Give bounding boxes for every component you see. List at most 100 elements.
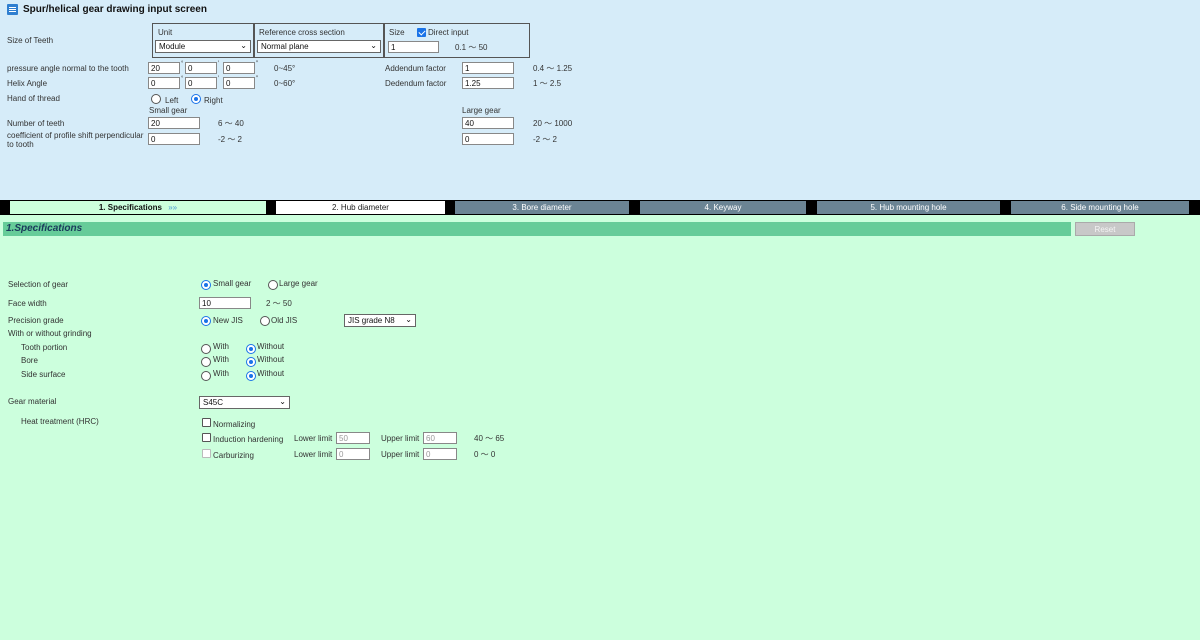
- normalizing-checkbox[interactable]: [202, 418, 211, 427]
- tab-side-mounting-hole-label: 6. Side mounting hole: [1061, 203, 1139, 212]
- pressure-angle-deg-input[interactable]: 20: [148, 62, 180, 74]
- helix-angle-min-input[interactable]: 0: [185, 77, 217, 89]
- side-surface-with-label: With: [213, 369, 229, 378]
- small-gear-radio-label: Small gear: [213, 279, 252, 288]
- double-arrow-icon: »»: [168, 203, 178, 212]
- tab-hub-diameter-label: 2. Hub diameter: [332, 203, 389, 212]
- pressure-angle-label: pressure angle normal to the tooth: [7, 64, 129, 73]
- second-mark: ″: [256, 76, 259, 82]
- tab-bar: 1. Specifications »» 2. Hub diameter 3. …: [0, 200, 1200, 215]
- induction-range: 40 ～ 65: [474, 434, 505, 443]
- small-profile-shift-input[interactable]: 0: [148, 133, 200, 145]
- tab-bore-diameter[interactable]: 3. Bore diameter: [455, 201, 629, 214]
- tab-hub-mounting-hole[interactable]: 5. Hub mounting hole: [817, 201, 1000, 214]
- chevron-down-icon: ⌄: [370, 41, 377, 50]
- carburizing-label: Carburizing: [213, 451, 254, 460]
- new-jis-radio[interactable]: [201, 316, 211, 326]
- gear-material-select[interactable]: S45C ⌄: [199, 396, 290, 409]
- tooth-portion-label: Tooth portion: [21, 343, 68, 352]
- face-width-input[interactable]: 10: [199, 297, 251, 309]
- hand-left-radio[interactable]: [151, 94, 161, 104]
- large-teeth-input[interactable]: 40: [462, 117, 514, 129]
- normalizing-label: Normalizing: [213, 420, 256, 429]
- tab-keyway-label: 4. Keyway: [704, 203, 742, 212]
- dedendum-range: 1 ～ 2.5: [533, 79, 562, 88]
- carburizing-upper-input[interactable]: 0: [423, 448, 457, 460]
- helix-angle-deg-input[interactable]: 0: [148, 77, 180, 89]
- induction-hardening-checkbox[interactable]: [202, 433, 211, 442]
- tab-specifications[interactable]: 1. Specifications »»: [10, 201, 266, 214]
- addendum-label: Addendum factor: [385, 64, 446, 73]
- bore-without-radio[interactable]: [246, 357, 256, 367]
- tab-specifications-label: 1. Specifications: [98, 203, 162, 212]
- size-input[interactable]: 1: [388, 41, 439, 53]
- direct-input-label: Direct input: [428, 28, 469, 37]
- minute-mark: ′: [218, 76, 220, 82]
- carburizing-lower-label: Lower limit: [294, 450, 333, 459]
- small-gear-radio[interactable]: [201, 280, 211, 290]
- unit-select[interactable]: Module ⌄: [155, 40, 251, 53]
- tooth-portion-without-label: Without: [257, 342, 285, 351]
- section-bar: [3, 222, 1071, 236]
- tooth-portion-without-radio[interactable]: [246, 344, 256, 354]
- small-teeth-input[interactable]: 20: [148, 117, 200, 129]
- large-gear-heading: Large gear: [462, 106, 501, 115]
- reset-button[interactable]: Reset: [1075, 222, 1135, 236]
- reference-label: Reference cross section: [259, 28, 345, 37]
- number-of-teeth-label: Number of teeth: [7, 119, 65, 128]
- gear-parameters-panel: Spur/helical gear drawing input screen S…: [0, 0, 1200, 200]
- jis-grade-select[interactable]: JIS grade N8 ⌄: [344, 314, 416, 327]
- selection-of-gear-label: Selection of gear: [8, 280, 69, 289]
- face-width-label: Face width: [8, 299, 47, 308]
- carburizing-lower-input[interactable]: 0: [336, 448, 370, 460]
- reference-select[interactable]: Normal plane ⌄: [257, 40, 381, 53]
- size-range: 0.1 ～ 50: [455, 43, 488, 52]
- tab-side-mounting-hole[interactable]: 6. Side mounting hole: [1011, 201, 1189, 214]
- induction-upper-label: Upper limit: [381, 434, 420, 443]
- degree-mark: °: [181, 61, 184, 67]
- document-icon: [7, 4, 18, 15]
- bore-with-label: With: [213, 355, 229, 364]
- direct-input-checkbox[interactable]: [417, 28, 426, 37]
- side-surface-with-radio[interactable]: [201, 371, 211, 381]
- pressure-angle-range: 0~45°: [274, 64, 296, 73]
- large-gear-radio-label: Large gear: [279, 279, 318, 288]
- tab-keyway[interactable]: 4. Keyway: [640, 201, 806, 214]
- old-jis-label: Old JIS: [271, 316, 298, 325]
- degree-mark: °: [181, 76, 184, 82]
- hand-right-radio[interactable]: [191, 94, 201, 104]
- chevron-down-icon: ⌄: [405, 315, 412, 324]
- side-surface-without-radio[interactable]: [246, 371, 256, 381]
- minute-mark: ′: [218, 61, 220, 67]
- helix-angle-label: Helix Angle: [7, 79, 48, 88]
- chevron-down-icon: ⌄: [240, 41, 247, 50]
- large-gear-radio[interactable]: [268, 280, 278, 290]
- small-teeth-range: 6 ～ 40: [218, 119, 244, 128]
- helix-angle-range: 0~60°: [274, 79, 296, 88]
- tab-hub-diameter[interactable]: 2. Hub diameter: [276, 201, 445, 214]
- dedendum-label: Dedendum factor: [385, 79, 447, 88]
- unit-label: Unit: [158, 28, 173, 37]
- side-surface-without-label: Without: [257, 369, 285, 378]
- carburizing-upper-label: Upper limit: [381, 450, 420, 459]
- jis-grade-select-value: JIS grade N8: [348, 316, 395, 325]
- carburizing-checkbox[interactable]: [202, 449, 211, 458]
- dedendum-input[interactable]: 1.25: [462, 77, 514, 89]
- gear-material-label: Gear material: [8, 397, 57, 406]
- induction-upper-input[interactable]: 60: [423, 432, 457, 444]
- pressure-angle-sec-input[interactable]: 0: [223, 62, 255, 74]
- size-of-teeth-label: Size of Teeth: [7, 36, 54, 45]
- carburizing-range: 0 ～ 0: [474, 450, 496, 459]
- old-jis-radio[interactable]: [260, 316, 270, 326]
- large-profile-shift-input[interactable]: 0: [462, 133, 514, 145]
- induction-hardening-label: Induction hardening: [213, 435, 284, 444]
- small-profile-shift-range: -2 ～ 2: [218, 135, 243, 144]
- pressure-angle-min-input[interactable]: 0: [185, 62, 217, 74]
- helix-angle-sec-input[interactable]: 0: [223, 77, 255, 89]
- bore-with-radio[interactable]: [201, 357, 211, 367]
- addendum-input[interactable]: 1: [462, 62, 514, 74]
- tooth-portion-with-label: With: [213, 342, 229, 351]
- tooth-portion-with-radio[interactable]: [201, 344, 211, 354]
- induction-lower-input[interactable]: 50: [336, 432, 370, 444]
- tab-bore-diameter-label: 3. Bore diameter: [512, 203, 572, 212]
